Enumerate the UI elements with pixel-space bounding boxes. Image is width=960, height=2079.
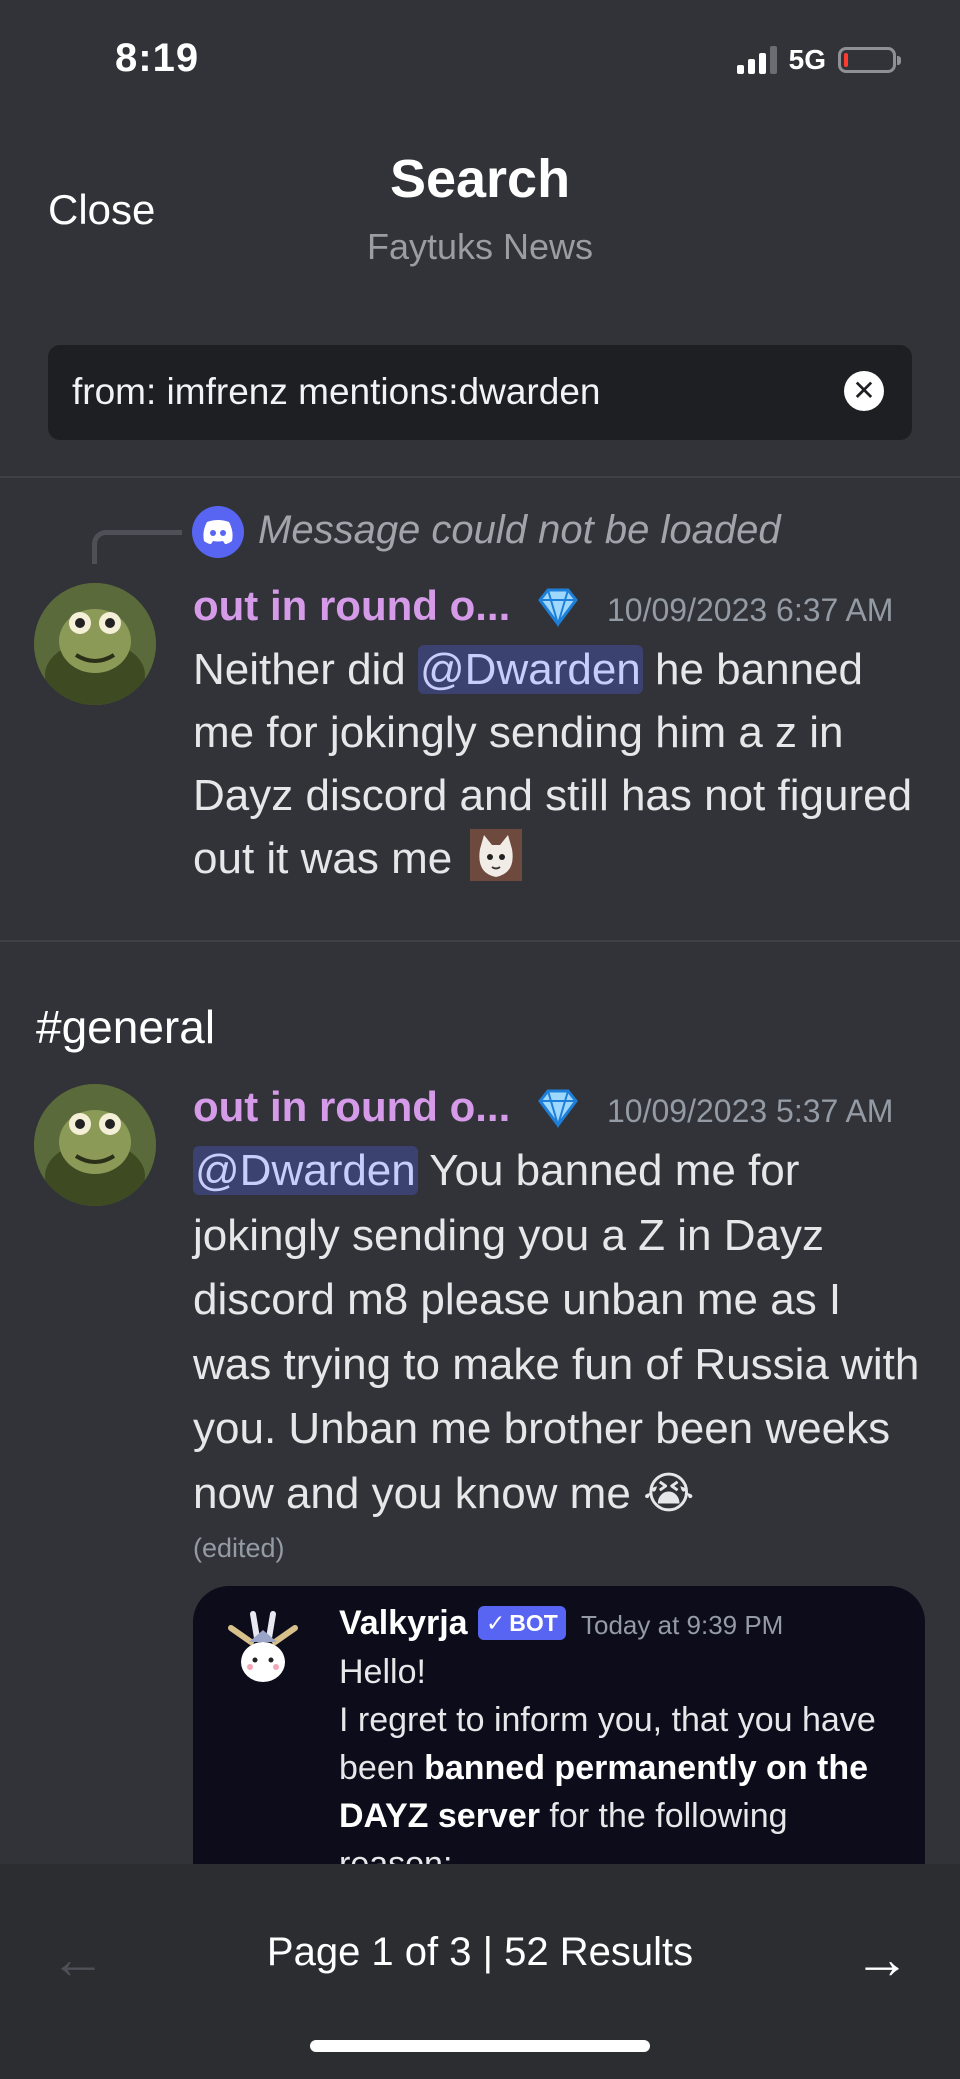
nitro-gem-icon: [538, 1089, 578, 1128]
search-input[interactable]: from: imfrenz mentions:dwarden ✕: [48, 345, 912, 440]
home-indicator[interactable]: [310, 2040, 650, 2052]
message-content[interactable]: @Dwarden You banned me for jokingly send…: [193, 1139, 928, 1526]
nitro-gem-icon: [538, 588, 578, 627]
message-text: Neither did: [193, 645, 419, 694]
next-page-button[interactable]: →: [854, 1926, 910, 1991]
reply-connector: [92, 530, 182, 564]
avatar[interactable]: [34, 1084, 156, 1206]
bot-embed: Valkyrja ✓ BOT Today at 9:39 PM Hello! I …: [193, 1586, 925, 1866]
close-icon: ✕: [852, 375, 876, 406]
status-time: 8:19: [115, 36, 200, 80]
battery-icon: [838, 47, 901, 73]
message-content[interactable]: Neither did @Dwarden he banned me for jo…: [193, 638, 928, 890]
crying-emoji: 😭: [643, 1468, 695, 1518]
reply-preview: Message could not be loaded: [258, 508, 781, 552]
bot-avatar[interactable]: [223, 1608, 303, 1688]
server-name: Faytuks News: [366, 226, 594, 267]
search-query-text[interactable]: from: imfrenz mentions:dwarden: [72, 371, 600, 413]
embed-content: Hello! I regret to inform you, that you …: [339, 1648, 899, 1866]
divider: [0, 476, 960, 478]
user-mention[interactable]: @Dwarden: [418, 645, 643, 694]
bot-name[interactable]: Valkyrja: [339, 1604, 468, 1643]
status-indicators: 5G: [736, 44, 901, 76]
channel-name[interactable]: #general: [36, 1000, 215, 1054]
arrow-right-icon: →: [854, 1927, 910, 1990]
signal-icon: [736, 46, 777, 74]
embed-timestamp: Today at 9:39 PM: [581, 1610, 784, 1640]
embed-greeting: Hello!: [339, 1653, 426, 1691]
bot-badge: ✓ BOT: [478, 1606, 566, 1640]
page-indicator: Page 1 of 3 | 52 Results: [266, 1930, 694, 1974]
message-timestamp: 10/09/2023 5:37 AM: [607, 1093, 894, 1129]
divider: [0, 940, 960, 942]
cat-emoji: [470, 829, 523, 881]
message-author[interactable]: out in round o...: [193, 582, 510, 630]
clear-search-button[interactable]: ✕: [844, 371, 884, 411]
pagination-bar: ← Page 1 of 3 | 52 Results →: [0, 1864, 960, 2079]
network-label: 5G: [788, 44, 826, 75]
message-text: You banned me for jokingly sending you a…: [193, 1146, 920, 1518]
checkmark-icon: ✓: [486, 1609, 506, 1636]
page-title: Search: [389, 149, 571, 209]
avatar[interactable]: [34, 583, 156, 705]
message-timestamp: 10/09/2023 6:37 AM: [607, 592, 894, 628]
user-mention[interactable]: @Dwarden: [193, 1146, 418, 1195]
embed-text: I regret to inform you, that you have be…: [339, 1701, 876, 1866]
message-author[interactable]: out in round o...: [193, 1083, 510, 1131]
edited-indicator: (edited): [193, 1533, 285, 1563]
discord-icon: [192, 506, 244, 558]
